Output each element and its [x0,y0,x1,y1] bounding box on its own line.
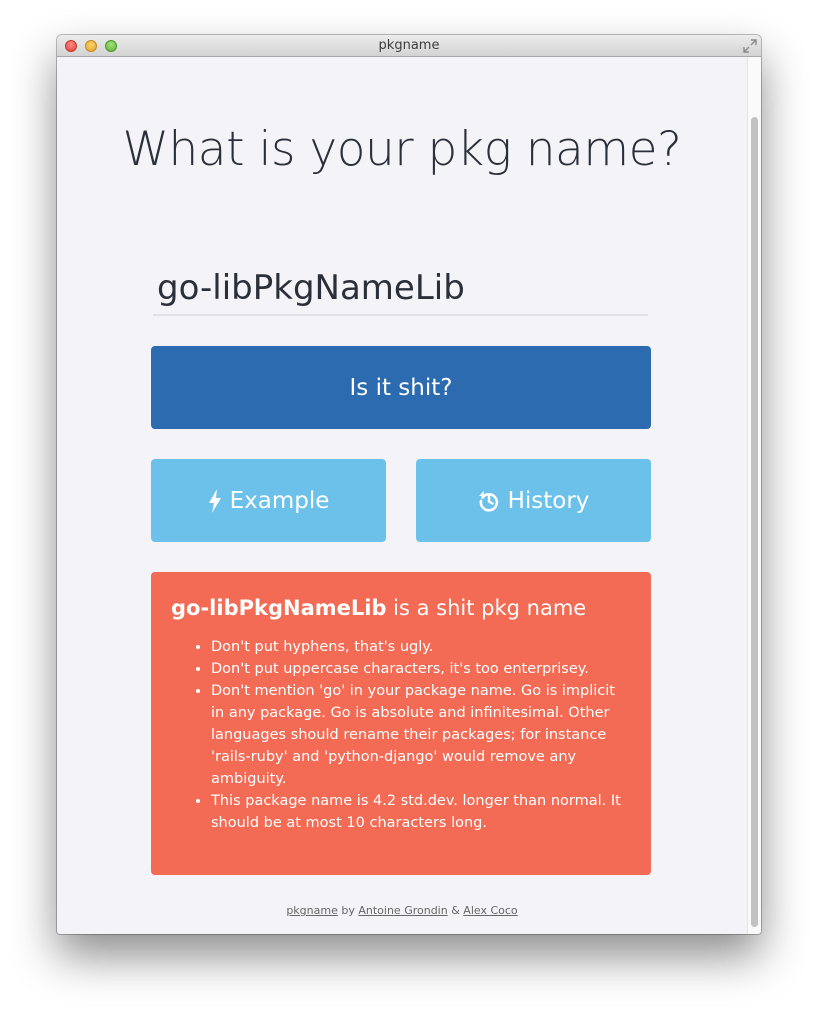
result-panel: go-libPkgNameLib is a shit pkg name Don'… [151,572,651,875]
author-link-antoine[interactable]: Antoine Grondin [358,904,447,917]
footer-amp-text: & [447,904,464,917]
result-verdict: is a shit pkg name [386,596,587,620]
result-heading: go-libPkgNameLib is a shit pkg name [171,594,631,622]
window-title: pkgname [378,38,440,53]
author-link-alex[interactable]: Alex Coco [463,904,517,917]
bolt-icon [208,488,222,513]
reason-item: This package name is 4.2 std.dev. longer… [211,790,631,834]
footer-by-text: by [337,904,359,917]
footer: pkgname by Antoine Grondin & Alex Coco [57,904,747,917]
reason-item: Don't mention 'go' in your package name.… [211,680,631,790]
check-button[interactable]: Is it shit? [151,346,651,429]
reason-item: Don't put uppercase characters, it's too… [211,658,631,680]
scrollbar-thumb[interactable] [751,117,758,927]
history-button[interactable]: History [416,459,651,542]
history-button-label: History [507,487,590,514]
pkg-name-input[interactable] [153,262,648,316]
app-window: pkgname What is your pkg name? Is it shi… [57,35,761,934]
vertical-scrollbar[interactable] [747,57,761,934]
pkgname-link[interactable]: pkgname [286,904,338,917]
fullscreen-icon[interactable] [743,39,757,53]
example-button[interactable]: Example [151,459,386,542]
reason-item: Don't put hyphens, that's ugly. [211,636,631,658]
window-titlebar[interactable]: pkgname [57,35,761,57]
example-button-label: Example [229,487,330,514]
page-title: What is your pkg name? [122,122,682,177]
history-icon [478,490,500,512]
reasons-list: Don't put hyphens, that's ugly. Don't pu… [171,636,631,834]
main-content: What is your pkg name? Is it shit? Examp… [57,57,747,934]
check-button-label: Is it shit? [349,374,453,401]
result-pkg-name: go-libPkgNameLib [171,596,387,620]
